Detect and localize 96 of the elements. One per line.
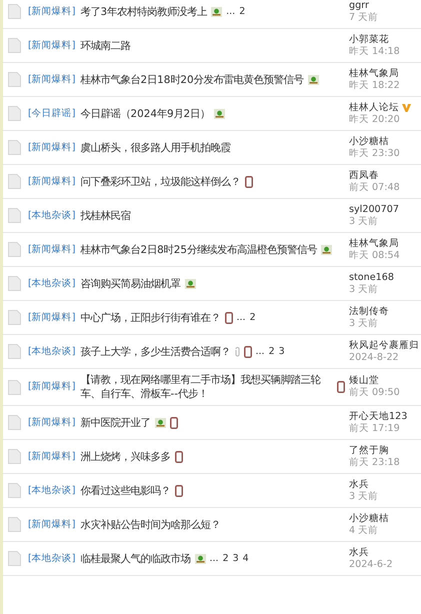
thread-title-link[interactable]: 水灾补贴公告时间为啥那么短？ xyxy=(80,518,220,532)
post-time: 昨天 14:18 xyxy=(349,46,401,58)
category-link[interactable]: [本地杂谈] xyxy=(28,484,76,498)
thread-title-link[interactable]: 找桂林民宿 xyxy=(80,208,130,222)
post-time: 3 天前 xyxy=(349,490,380,502)
post-time: 3 天前 xyxy=(349,284,380,296)
page-link[interactable]: 3 xyxy=(232,552,239,566)
category-link[interactable]: [新闻爆料] xyxy=(28,450,76,464)
page-link[interactable]: 2 xyxy=(222,552,229,566)
post-time: 昨天 23:30 xyxy=(349,148,401,160)
thread-title-link[interactable]: 桂林市气象台2日18时20分发布雷电黄色预警信号 xyxy=(80,72,304,86)
post-time: 前天 17:19 xyxy=(349,422,401,434)
page-link[interactable]: ... xyxy=(256,344,265,358)
category-link[interactable]: [新闻爆料] xyxy=(28,72,76,86)
page-link[interactable]: 2 xyxy=(250,310,256,324)
author-link[interactable]: 桂林气象局 xyxy=(349,68,399,80)
document-icon xyxy=(8,380,21,394)
document-icon xyxy=(8,106,21,121)
document-icon xyxy=(8,242,21,257)
document-icon xyxy=(8,276,21,291)
thread-title-link[interactable]: 桂林市气象台2日8时25分继续发布高温橙色预警信号 xyxy=(80,242,317,256)
page-link[interactable]: ... xyxy=(210,552,219,566)
thread-title-link[interactable]: 洲上烧烤，兴味多多 xyxy=(80,450,170,464)
document-icon xyxy=(8,344,21,359)
author-link[interactable]: 桂林气象局 xyxy=(349,238,399,250)
category-link[interactable]: [新闻爆料] xyxy=(28,416,76,430)
post-time: 2024-6-2 xyxy=(349,558,394,570)
category-link[interactable]: [本地杂谈] xyxy=(28,276,76,290)
category-link[interactable]: [今日辟谣] xyxy=(28,106,76,120)
author-link[interactable]: 小郭菜花 xyxy=(349,34,389,46)
author-link[interactable]: 西凤春 xyxy=(349,170,379,182)
category-link[interactable]: [本地杂谈] xyxy=(28,552,76,566)
document-icon xyxy=(8,208,21,223)
author-link[interactable]: 法制传奇 xyxy=(349,306,389,318)
category-link[interactable]: [新闻爆料] xyxy=(28,518,76,532)
author-link[interactable]: 矮山堂 xyxy=(349,375,379,387)
author-link[interactable]: 了然于胸 xyxy=(349,444,389,456)
thread-title-link[interactable]: 虞山桥头，很多路人用手机拍晚霞 xyxy=(80,140,230,154)
category-link[interactable]: [新闻爆料] xyxy=(28,310,76,324)
category-link[interactable]: [本地杂谈] xyxy=(28,344,76,358)
author-link[interactable]: 水兵 xyxy=(349,478,369,490)
thread-title-link[interactable]: 考了3年农村特岗教师没考上 xyxy=(80,4,208,18)
category-link[interactable]: [新闻爆料] xyxy=(28,242,76,256)
category-link[interactable]: [新闻爆料] xyxy=(28,140,76,154)
author-link[interactable]: stone168 xyxy=(349,272,394,284)
post-time: 3 天前 xyxy=(349,318,380,330)
category-link[interactable]: [新闻爆料] xyxy=(28,380,76,394)
document-icon xyxy=(8,551,21,566)
document-icon xyxy=(8,517,21,532)
thread-title-link[interactable]: 孩子上大学，多少生活费合适啊？ xyxy=(80,344,230,358)
author-link[interactable]: 秋风起兮裹雁归 xyxy=(349,340,419,352)
post-time: 昨天 20:20 xyxy=(349,114,401,126)
post-time: 昨天 18:22 xyxy=(349,80,401,92)
document-icon xyxy=(8,38,21,53)
document-icon xyxy=(8,449,21,464)
post-time: 3 天前 xyxy=(349,216,380,228)
page-link[interactable]: 4 xyxy=(242,552,249,566)
thread-title-link[interactable]: 新中医院开业了 xyxy=(80,416,150,430)
category-link[interactable]: [新闻爆料] xyxy=(28,4,76,18)
author-link[interactable]: 水兵 xyxy=(349,546,369,558)
author-link[interactable]: 小沙糖桔 xyxy=(349,136,389,148)
thread-title-link[interactable]: 你看过这些电影吗？ xyxy=(80,484,170,498)
author-link[interactable]: ggrr xyxy=(349,0,369,12)
author-link[interactable]: 开心天地123 xyxy=(349,410,408,422)
page-link[interactable]: ... xyxy=(236,310,246,324)
document-icon xyxy=(8,415,21,430)
author-link[interactable]: syl200707 xyxy=(349,204,399,216)
document-icon xyxy=(8,174,21,189)
page-link[interactable]: 2 xyxy=(239,4,246,18)
document-icon xyxy=(8,140,21,155)
category-link[interactable]: [新闻爆料] xyxy=(28,38,76,52)
category-link[interactable]: [本地杂谈] xyxy=(28,208,76,222)
document-icon xyxy=(8,72,21,87)
thread-title-link[interactable]: 临桂最聚人气的临政市场 xyxy=(80,552,190,566)
author-link[interactable]: 桂林人论坛 xyxy=(349,102,399,114)
thread-title-link[interactable]: 【请教，现在网络哪里有二手市场】我想买辆脚踏三轮车、自行车、滑板车--代步！ xyxy=(80,373,333,401)
thread-title-link[interactable]: 今日辟谣（2024年9月2日） xyxy=(80,106,210,120)
thread-title-link[interactable]: 中心广场，正阳步行街有谁在？ xyxy=(80,310,220,324)
post-time: 前天 23:18 xyxy=(349,456,401,468)
category-link[interactable]: [新闻爆料] xyxy=(28,174,76,188)
post-time: 7 天前 xyxy=(349,12,380,24)
post-time: 昨天 08:54 xyxy=(349,250,401,262)
post-time: 前天 09:50 xyxy=(349,387,401,399)
author-link[interactable]: 小沙糖桔 xyxy=(349,512,389,524)
thread-title-link[interactable]: 环城南二路 xyxy=(80,38,130,52)
document-icon xyxy=(8,483,21,498)
thread-title-link[interactable]: 咨询购买简易油烟机罩 xyxy=(80,276,180,290)
page-link[interactable]: ... xyxy=(226,4,236,18)
page-link[interactable]: 3 xyxy=(278,344,285,358)
document-icon xyxy=(8,4,21,19)
post-time: 2024-8-22 xyxy=(349,352,400,364)
post-time: 前天 07:48 xyxy=(349,182,401,194)
document-icon xyxy=(8,310,21,325)
post-time: 4 天前 xyxy=(349,524,380,536)
thread-title-link[interactable]: 问下叠彩环卫站，垃圾能这样倒么？ xyxy=(80,174,240,188)
page-link[interactable]: 2 xyxy=(268,344,275,358)
